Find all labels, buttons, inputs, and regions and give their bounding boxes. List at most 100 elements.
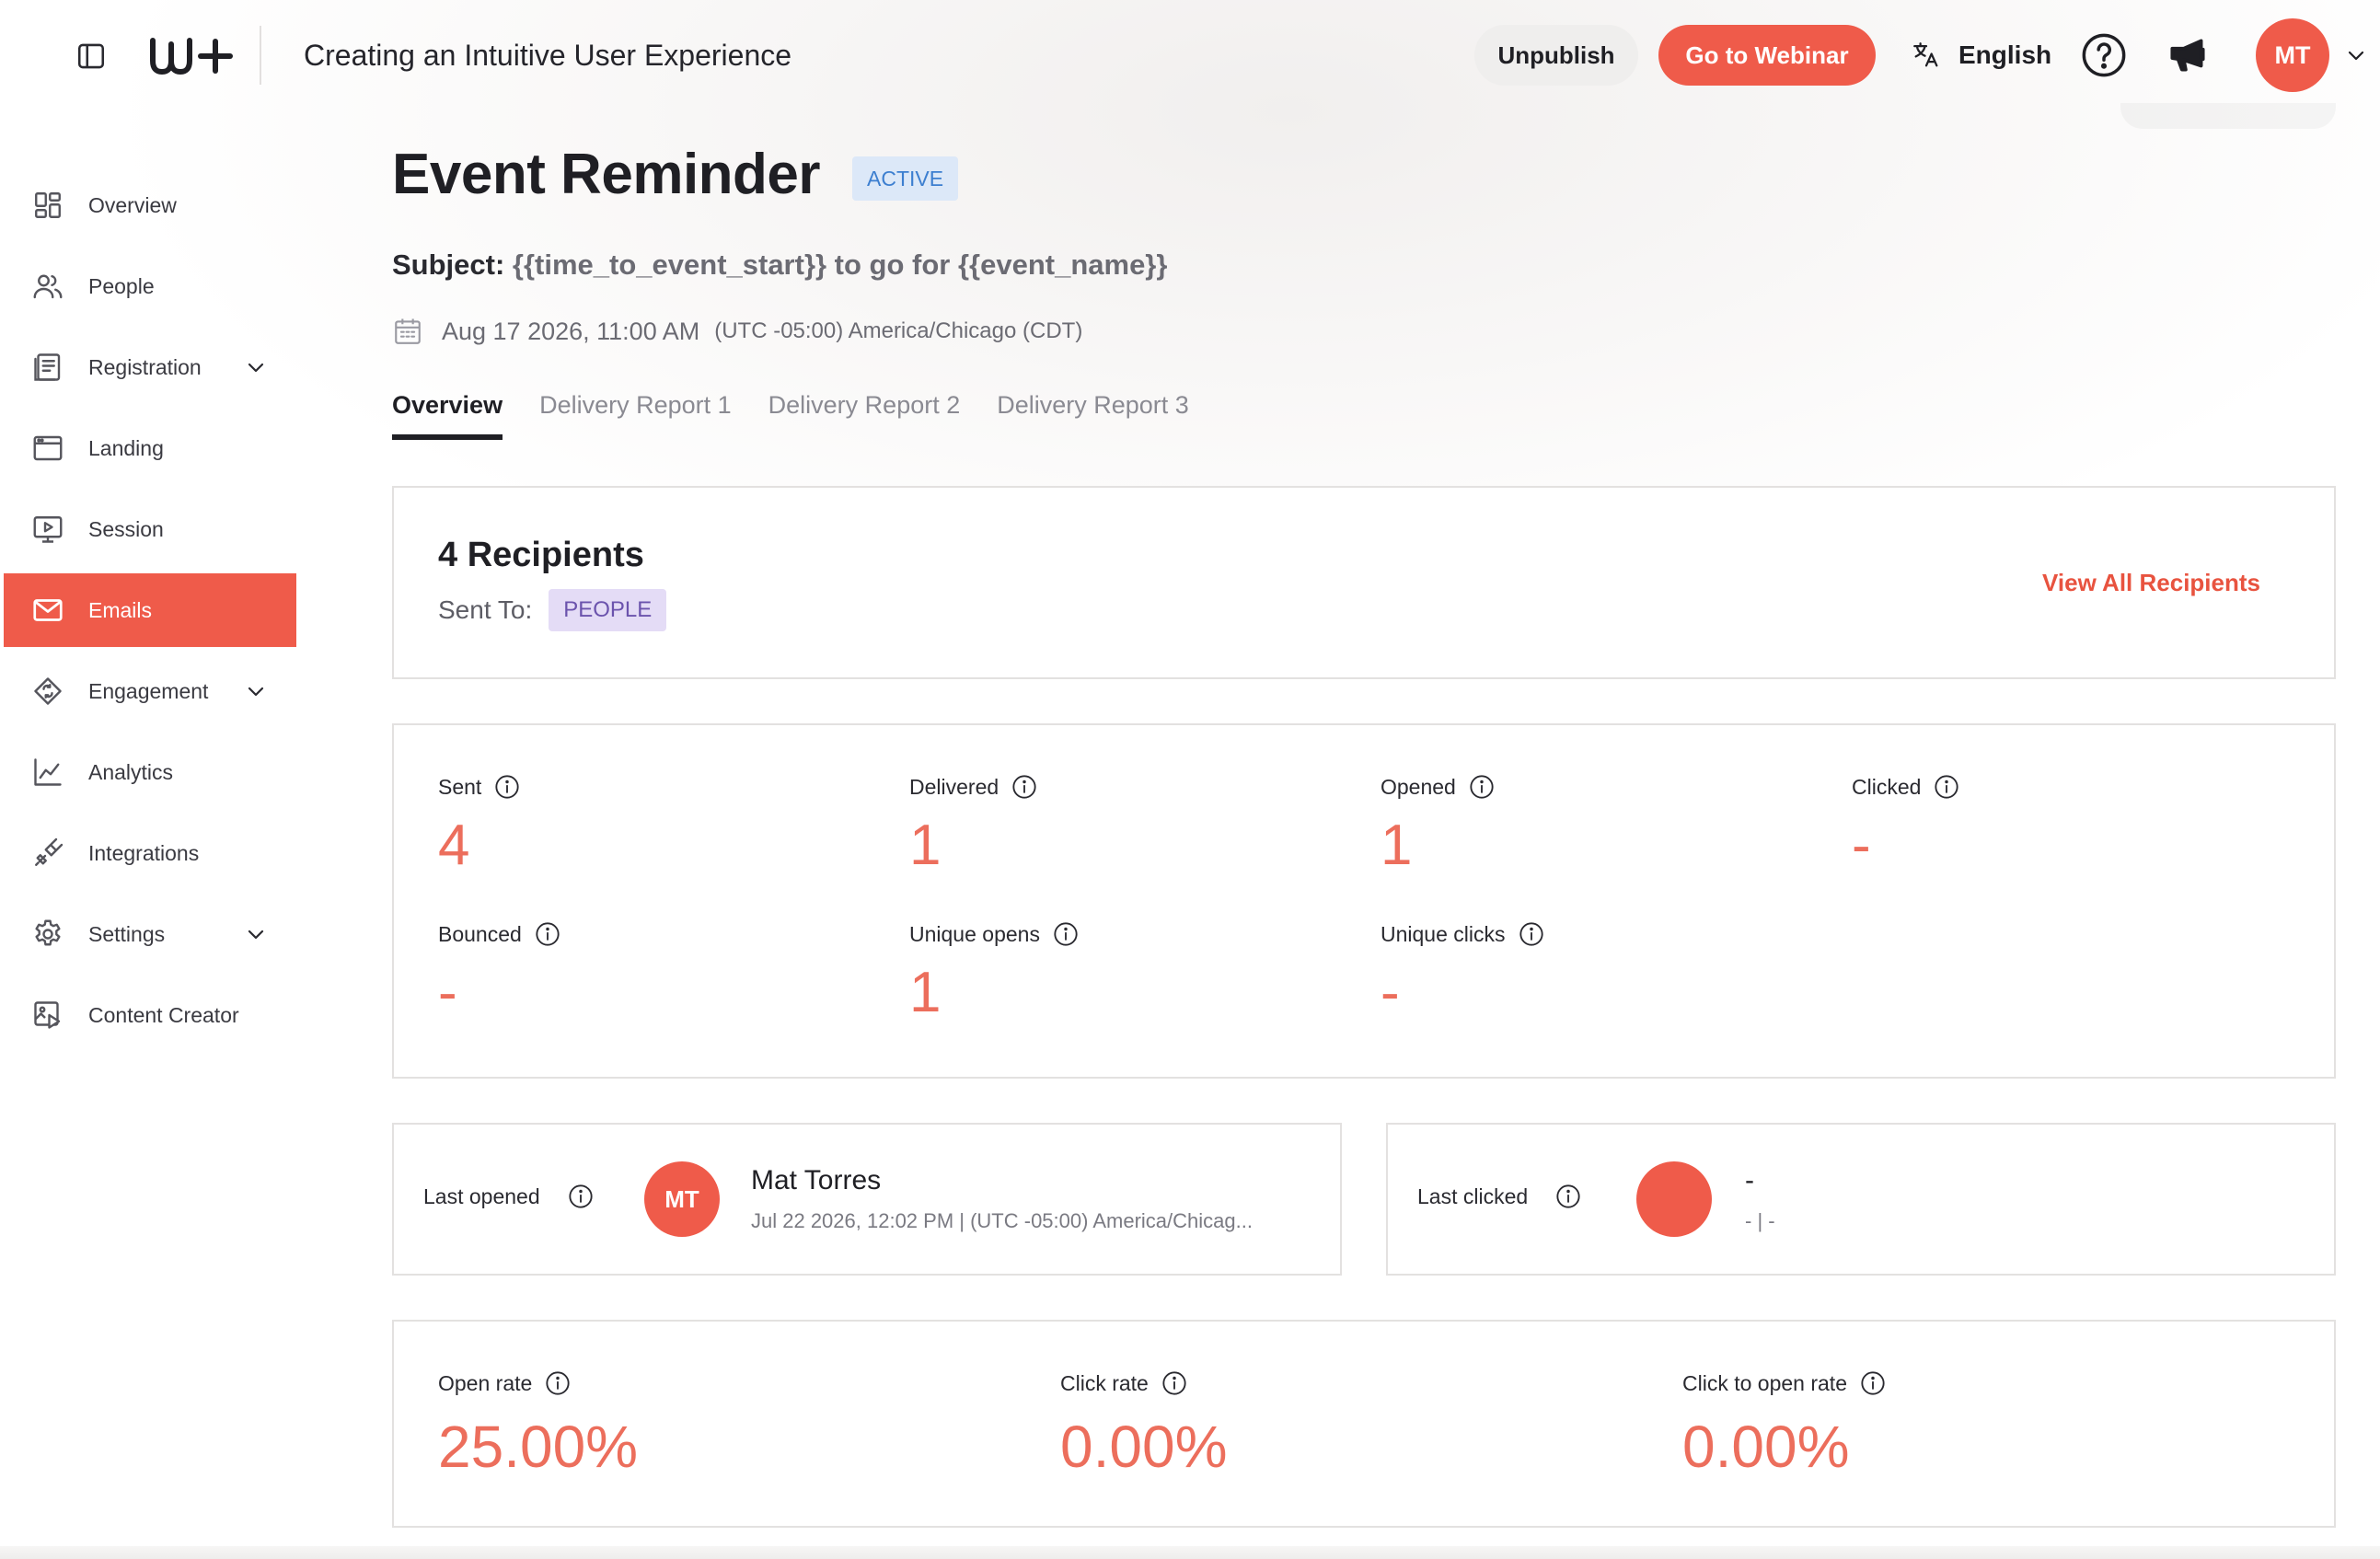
user-avatar[interactable]: MT (2256, 18, 2329, 92)
last-opened-label: Last opened (423, 1184, 540, 1208)
stat-label: Unique clicks (1381, 921, 1506, 946)
info-icon[interactable] (1519, 921, 1544, 947)
monitor-play-icon (31, 513, 64, 546)
chevron-down-icon[interactable] (2345, 44, 2367, 66)
sidebar-item-integrations[interactable]: Integrations (4, 816, 296, 890)
sidebar-item-label: Registration (88, 354, 202, 379)
help-icon[interactable] (2080, 31, 2128, 79)
stat-label: Clicked (1852, 774, 1922, 799)
rate-value: 25.00% (438, 1414, 639, 1480)
rate-label: Click to open rate (1682, 1370, 1847, 1395)
sidebar-item-analytics[interactable]: Analytics (4, 735, 296, 809)
people-icon (31, 270, 64, 303)
info-icon[interactable] (568, 1184, 594, 1209)
language-selector[interactable]: English (1911, 35, 2051, 75)
sidebar-item-label: Engagement (88, 678, 209, 703)
chart-line-icon (31, 756, 64, 789)
sidebar-item-registration[interactable]: Registration (4, 330, 296, 404)
bottom-edge (0, 1546, 2380, 1559)
info-icon[interactable] (1053, 921, 1079, 947)
unpublish-button[interactable]: Unpublish (1474, 25, 1638, 86)
status-badge: ACTIVE (852, 156, 959, 201)
sidebar-item-people[interactable]: People (4, 249, 296, 323)
chevron-down-icon (245, 923, 267, 945)
sidebar-item-label: Settings (88, 921, 166, 946)
sidebar-item-settings[interactable]: Settings (4, 897, 296, 971)
avatar: MT (644, 1161, 720, 1237)
mail-icon (31, 594, 64, 627)
sidebar-item-label: Analytics (88, 759, 174, 784)
sidebar-item-content-creator[interactable]: Content Creator (4, 978, 296, 1052)
sidebar-item-label: Overview (88, 192, 177, 217)
subject-value: {{time_to_event_start}} to go for {{even… (512, 248, 1168, 281)
browser-icon (31, 432, 64, 465)
subject-label: Subject: (392, 248, 505, 281)
sidebar-item-landing[interactable]: Landing (4, 411, 296, 485)
info-icon[interactable] (1469, 774, 1495, 800)
tab-overview[interactable]: Overview (392, 385, 503, 440)
stat-clicked: Clicked - (1852, 771, 1959, 878)
info-icon[interactable] (1011, 774, 1037, 800)
stat-label: Bounced (438, 921, 522, 946)
rate-label: Open rate (438, 1370, 533, 1395)
sidebar-item-label: Emails (88, 597, 153, 622)
chevron-down-icon (245, 356, 267, 378)
view-all-recipients-link[interactable]: View All Recipients (2042, 569, 2260, 597)
collapsed-panel-tab[interactable] (2120, 103, 2336, 129)
report-tabs: Overview Delivery Report 1 Delivery Repo… (392, 385, 1189, 440)
stat-value: - (438, 961, 457, 1024)
stat-label: Unique opens (909, 921, 1040, 946)
logo[interactable] (147, 31, 236, 79)
info-icon[interactable] (1934, 774, 1959, 800)
stat-opened: Opened 1 (1381, 771, 1495, 878)
grid-icon (31, 189, 64, 222)
stat-value: 1 (1381, 814, 1413, 877)
tab-delivery-report-2[interactable]: Delivery Report 2 (768, 385, 961, 440)
page-heading: Creating an Intuitive User Experience (304, 39, 792, 72)
chevron-down-icon (245, 680, 267, 702)
megaphone-icon[interactable] (2165, 31, 2211, 77)
sidebar-toggle-icon[interactable] (75, 40, 107, 72)
delivery-stats-card: Sent 4 Delivered 1 Opened 1 Clicked - Bo… (392, 723, 2336, 1079)
language-label: English (1958, 40, 2052, 69)
sent-to: Sent To: PEOPLE (438, 589, 667, 631)
sidebar-item-emails[interactable]: Emails (4, 573, 296, 647)
info-icon[interactable] (1860, 1370, 1886, 1396)
rate-click: Click rate 0.00% (1060, 1368, 1228, 1481)
go-to-webinar-button[interactable]: Go to Webinar (1658, 25, 1876, 86)
tab-delivery-report-3[interactable]: Delivery Report 3 (997, 385, 1189, 440)
sidebar-item-label: Content Creator (88, 1002, 239, 1027)
stat-unique-clicks: Unique clicks - (1381, 918, 1544, 1025)
stat-delivered: Delivered 1 (909, 771, 1037, 878)
stat-bounced: Bounced - (438, 918, 560, 1025)
info-icon[interactable] (1555, 1184, 1581, 1209)
info-icon[interactable] (535, 921, 560, 947)
info-icon[interactable] (1161, 1370, 1187, 1396)
stat-sent: Sent 4 (438, 771, 520, 878)
translate-icon (1911, 40, 1942, 71)
recipients-card: 4 Recipients Sent To: PEOPLE View All Re… (392, 486, 2336, 679)
rate-open: Open rate 25.00% (438, 1368, 639, 1481)
sidebar-item-overview[interactable]: Overview (4, 168, 296, 242)
plug-icon (31, 837, 64, 870)
stat-label: Delivered (909, 774, 999, 799)
sent-to-label: Sent To: (438, 595, 533, 624)
sidebar-item-label: Integrations (88, 840, 200, 865)
info-icon[interactable] (494, 774, 520, 800)
last-clicked-label: Last clicked (1417, 1184, 1529, 1208)
rates-card: Open rate 25.00% Click rate 0.00% Click … (392, 1320, 2336, 1528)
stat-value: 1 (909, 961, 942, 1024)
info-icon[interactable] (545, 1370, 571, 1396)
tab-delivery-report-1[interactable]: Delivery Report 1 (539, 385, 732, 440)
stat-unique-opens: Unique opens 1 (909, 918, 1079, 1025)
top-header: Creating an Intuitive User Experience Un… (0, 0, 2380, 110)
last-clicked-meta: - | - (1745, 1209, 1775, 1232)
form-icon (31, 351, 64, 384)
rate-value: 0.00% (1060, 1414, 1228, 1480)
scheduled-date: Aug 17 2026, 11:00 AM (UTC -05:00) Ameri… (392, 313, 1082, 350)
engagement-icon (31, 675, 64, 708)
sidebar-item-session[interactable]: Session (4, 492, 296, 566)
stat-value: - (1381, 961, 1400, 1024)
calendar-icon (392, 316, 423, 347)
sidebar-item-engagement[interactable]: Engagement (4, 654, 296, 728)
